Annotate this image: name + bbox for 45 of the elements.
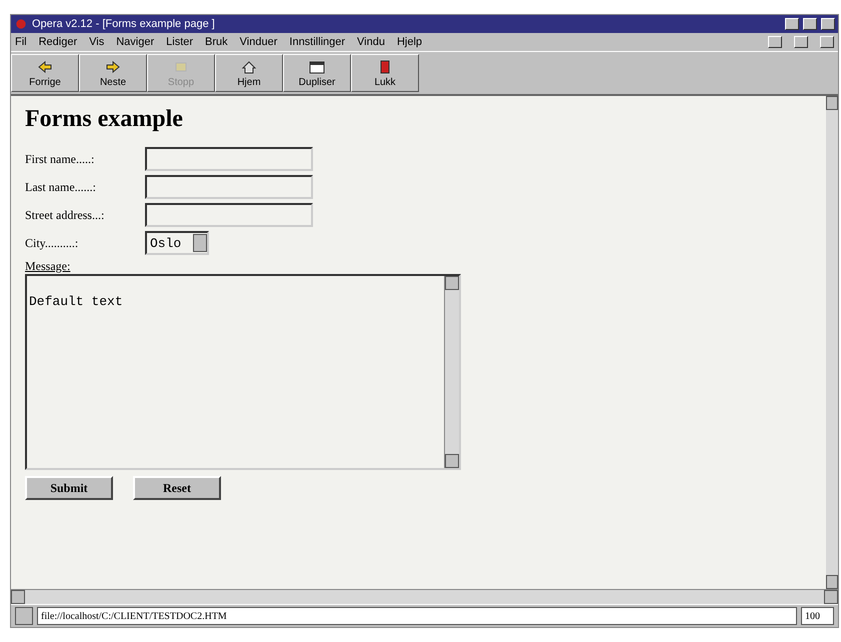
toolbar-button[interactable]: Hjem — [215, 54, 283, 92]
close-button[interactable] — [821, 18, 835, 30]
vertical-scrollbar[interactable] — [826, 96, 838, 589]
field-label: Street address...: — [25, 208, 106, 222]
zoom-field[interactable]: 100 — [801, 607, 834, 625]
menu-item[interactable]: Vis — [89, 36, 104, 48]
window-title: Opera v2.12 - [Forms example page ] — [32, 18, 216, 30]
city-dropdown[interactable]: Oslo — [145, 231, 210, 255]
input-field[interactable] — [145, 175, 313, 199]
field-label: City..........: — [25, 236, 80, 250]
menu-item[interactable]: Hjelp — [396, 36, 422, 48]
form-button[interactable]: Submit — [25, 476, 113, 500]
field-label: Last name......: — [25, 180, 97, 194]
address-field[interactable]: file://localhost/C:/CLIENT/TESTDOC2.HTM — [37, 607, 797, 625]
menu-item[interactable]: Rediger — [38, 36, 78, 48]
menu-item[interactable]: Vinduer — [240, 36, 278, 48]
menu-item[interactable]: Fil — [15, 36, 27, 48]
toolbar-button[interactable]: Lukk — [351, 54, 419, 92]
page-heading: Forms example — [25, 106, 184, 133]
menu-item[interactable]: Innstillinger — [289, 36, 346, 48]
left-arrow-icon — [36, 58, 54, 74]
house-icon — [240, 58, 258, 74]
toolbar-button[interactable]: Neste — [79, 54, 147, 92]
close-button[interactable] — [820, 36, 834, 48]
form-button[interactable]: Reset — [133, 476, 221, 500]
app-logo-icon — [14, 17, 28, 31]
menu-item[interactable]: Vindu — [357, 36, 385, 48]
menu-item[interactable]: Lister — [166, 36, 194, 48]
restore-button[interactable] — [794, 36, 808, 48]
field-label: Message: — [25, 259, 72, 274]
menu-item[interactable]: Bruk — [205, 36, 228, 48]
menu-item[interactable]: Naviger — [116, 36, 154, 48]
input-field[interactable] — [145, 203, 313, 227]
window-icon — [308, 58, 326, 74]
minimize-button[interactable] — [785, 18, 799, 30]
minimize-button[interactable] — [768, 36, 782, 48]
input-field[interactable] — [145, 147, 313, 171]
maximize-button[interactable] — [803, 18, 817, 30]
message-textarea[interactable]: Default text — [25, 274, 461, 470]
right-arrow-icon — [104, 58, 122, 74]
field-label: First name.....: — [25, 152, 96, 166]
horizontal-scrollbar[interactable] — [11, 589, 838, 604]
toolbar-button[interactable]: Dupliser — [283, 54, 351, 92]
toolbar-button[interactable]: Forrige — [11, 54, 79, 92]
page-icon[interactable] — [15, 607, 33, 625]
